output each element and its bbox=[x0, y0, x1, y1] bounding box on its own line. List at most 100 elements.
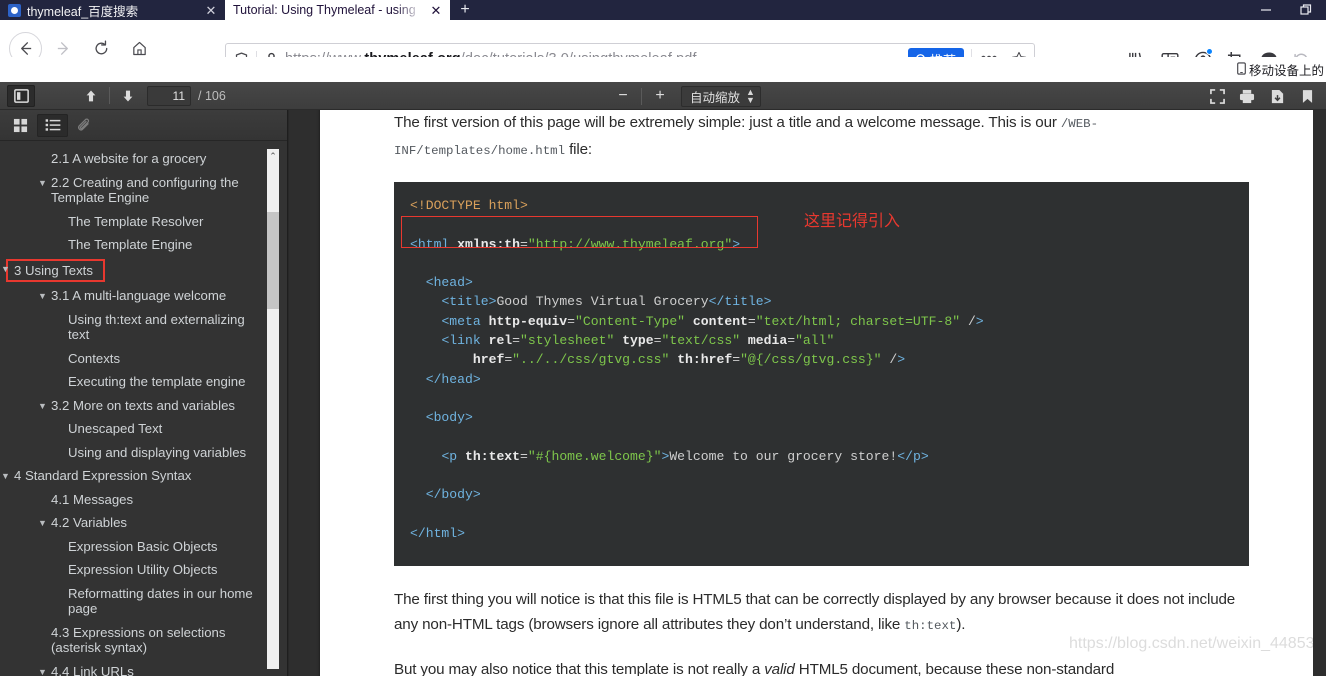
outline-item-label: Using th:text and externalizing text bbox=[68, 311, 245, 343]
scroll-up-arrow-icon[interactable]: ⌃ bbox=[267, 149, 279, 163]
presentation-mode-button[interactable] bbox=[1203, 85, 1231, 107]
outline-item[interactable]: Expression Utility Objects bbox=[0, 558, 287, 582]
next-page-button[interactable] bbox=[114, 85, 142, 107]
outline-item-selected[interactable]: ▼ 3 Using Texts bbox=[0, 257, 287, 285]
browser-tab-2[interactable]: Tutorial: Using Thymeleaf - using ✕ bbox=[225, 0, 450, 20]
pdf-page-content: Our first task will be to create a home … bbox=[394, 110, 1326, 676]
outline-item-label: 4.3 Expressions on selections (asterisk … bbox=[51, 624, 226, 656]
code-line-body-open: <body> bbox=[425, 410, 473, 426]
mobile-device-notification[interactable]: 移动设备上的 bbox=[0, 57, 1326, 82]
code-line-html-close: </html> bbox=[410, 526, 466, 542]
outline-item-label: Expression Utility Objects bbox=[68, 562, 218, 577]
outline-item-label: 2.2 Creating and configuring the Templat… bbox=[51, 174, 239, 206]
outline-item[interactable]: The Template Engine bbox=[0, 233, 287, 257]
outline-item[interactable]: ▼ 4.4 Link URLs bbox=[0, 660, 287, 676]
expand-triangle-icon[interactable]: ▼ bbox=[37, 176, 48, 192]
code-line-body-close: </body> bbox=[425, 487, 481, 503]
expand-triangle-icon[interactable]: ▼ bbox=[37, 665, 48, 676]
code-line-meta: <meta http-equiv="Content-Type" content=… bbox=[441, 313, 984, 329]
window-controls bbox=[1246, 0, 1326, 20]
outline-item-label: Unescaped Text bbox=[68, 421, 163, 436]
zoom-level-select[interactable]: 自动缩放 ▲ ▼ bbox=[681, 85, 761, 107]
browser-window: thymeleaf_百度搜索 ✕ Tutorial: Using Thymele… bbox=[0, 0, 1326, 676]
outline-item[interactable]: ▼ 3.1 A multi-language welcome bbox=[0, 284, 287, 308]
pdf-toolbar-divider bbox=[109, 87, 110, 104]
outline-item[interactable]: Contexts bbox=[0, 347, 287, 371]
paragraph-1: The first version of this page will be e… bbox=[394, 110, 1249, 164]
outline-item[interactable]: Unescaped Text bbox=[0, 417, 287, 441]
attachments-button[interactable] bbox=[69, 114, 100, 137]
outline-item-label: 3 Using Texts bbox=[6, 258, 105, 282]
outline-item[interactable]: 2.1 A website for a grocery bbox=[0, 147, 287, 171]
page-number-input[interactable]: 11 bbox=[147, 85, 191, 106]
outline-item-label: 4.1 Messages bbox=[51, 491, 134, 507]
tab-close-icon[interactable]: ✕ bbox=[203, 2, 219, 18]
code-line-head-close: </head> bbox=[425, 371, 481, 387]
red-annotation-text: 这里记得引入 bbox=[804, 211, 901, 230]
paragraph-3-italic: valid bbox=[764, 661, 795, 676]
outline-item-label: 2.1 A website for a grocery bbox=[51, 151, 207, 166]
expand-triangle-icon[interactable]: ▼ bbox=[37, 289, 48, 305]
previous-page-button[interactable] bbox=[77, 85, 105, 107]
outline-item-label: The Template Resolver bbox=[68, 213, 204, 229]
outline-item[interactable]: Using th:text and externalizing text bbox=[0, 308, 287, 347]
pdf-sidebar-toggle-button[interactable] bbox=[7, 84, 35, 107]
tab-close-icon[interactable]: ✕ bbox=[428, 2, 444, 18]
paragraph-2-text-b: ). bbox=[956, 616, 966, 633]
outline-item[interactable]: Reformatting dates in our home page bbox=[0, 582, 287, 621]
download-button[interactable] bbox=[1263, 85, 1291, 107]
outline-item-label: 4.4 Link URLs bbox=[51, 663, 134, 676]
browser-tab-1[interactable]: thymeleaf_百度搜索 ✕ bbox=[0, 0, 225, 20]
minimize-button[interactable] bbox=[1246, 0, 1286, 20]
expand-triangle-icon[interactable]: ▼ bbox=[0, 469, 11, 485]
zoom-in-button[interactable]: + bbox=[646, 85, 674, 107]
document-scrollbar[interactable] bbox=[1313, 110, 1326, 676]
code-line-title: <title>Good Thymes Virtual Grocery</titl… bbox=[441, 294, 772, 310]
code-line-doctype: <!DOCTYPE html> bbox=[410, 198, 528, 213]
code-line-html: <html xmlns:th="http://www.thymeleaf.org… bbox=[410, 236, 741, 252]
expand-triangle-icon[interactable]: ▼ bbox=[37, 399, 48, 415]
outline-item[interactable]: ▼ 4 Standard Expression Syntax bbox=[0, 464, 287, 488]
code-line-link-1: <link rel="stylesheet" type="text/css" m… bbox=[441, 333, 835, 349]
outline-item-label: 3.1 A multi-language welcome bbox=[51, 288, 227, 303]
zoom-divider bbox=[641, 87, 642, 105]
outline-item-label: 4 Standard Expression Syntax bbox=[14, 468, 192, 483]
print-button[interactable] bbox=[1233, 85, 1261, 107]
paragraph-2-inline-code: th:text bbox=[904, 619, 957, 633]
outline-item[interactable]: ▼ 4.2 Variables bbox=[0, 511, 287, 535]
outline-item[interactable]: Executing the template engine bbox=[0, 370, 287, 394]
expand-triangle-icon[interactable]: ▼ bbox=[37, 516, 48, 532]
paragraph-1-text-a: The first version of this page will be e… bbox=[394, 114, 1057, 131]
zoom-out-button[interactable]: − bbox=[609, 85, 637, 107]
pdf-document-area[interactable]: Our first task will be to create a home … bbox=[289, 110, 1326, 676]
bookmark-button[interactable] bbox=[1293, 85, 1321, 107]
outline-item-label: Contexts bbox=[68, 350, 121, 366]
document-outline-button[interactable] bbox=[37, 113, 68, 137]
outline-item-label: Using and displaying variables bbox=[68, 444, 247, 460]
outline-item[interactable]: ▼ 2.2 Creating and configuring the Templa… bbox=[0, 171, 287, 210]
mobile-device-icon bbox=[1237, 61, 1246, 78]
thumbnails-view-button[interactable] bbox=[5, 114, 36, 137]
pdf-toolbar-right-tools bbox=[1202, 85, 1322, 107]
sidebar-scrollbar-thumb[interactable] bbox=[267, 212, 279, 309]
paragraph-3-text-a: But you may also notice that this templa… bbox=[394, 661, 761, 676]
outline-item[interactable]: The Template Resolver bbox=[0, 210, 287, 234]
outline-item[interactable]: ▼ 3.2 More on texts and variables bbox=[0, 394, 287, 418]
tab-title: Tutorial: Using Thymeleaf - using bbox=[233, 3, 416, 17]
document-outline-tree[interactable]: 2.1 A website for a grocery ▼ 2.2 Creatin… bbox=[0, 141, 287, 676]
outline-item-label: 3.2 More on texts and variables bbox=[51, 397, 235, 413]
pdf-sidebar-toolbar bbox=[0, 110, 287, 141]
outline-item[interactable]: Using and displaying variables bbox=[0, 441, 287, 465]
zoom-level-label: 自动缩放 bbox=[690, 90, 741, 105]
code-line-head-open: <head> bbox=[425, 275, 473, 291]
outline-item[interactable]: 4.1 Messages bbox=[0, 488, 287, 512]
outline-item[interactable]: 4.3 Expressions on selections (asterisk … bbox=[0, 621, 287, 660]
new-tab-button[interactable]: + bbox=[452, 1, 478, 19]
paragraph-2: The first thing you will notice is that … bbox=[394, 587, 1249, 639]
pdf-viewer: 2.1 A website for a grocery ▼ 2.2 Creatin… bbox=[0, 110, 1326, 676]
restore-button[interactable] bbox=[1286, 0, 1326, 20]
zoom-controls: − + 自动缩放 ▲ ▼ bbox=[608, 85, 761, 107]
expand-triangle-icon[interactable]: ▼ bbox=[0, 262, 11, 278]
pdf-viewer-toolbar: 11 / 106 − + 自动缩放 ▲ ▼ bbox=[0, 82, 1326, 110]
outline-item[interactable]: Expression Basic Objects bbox=[0, 535, 287, 559]
